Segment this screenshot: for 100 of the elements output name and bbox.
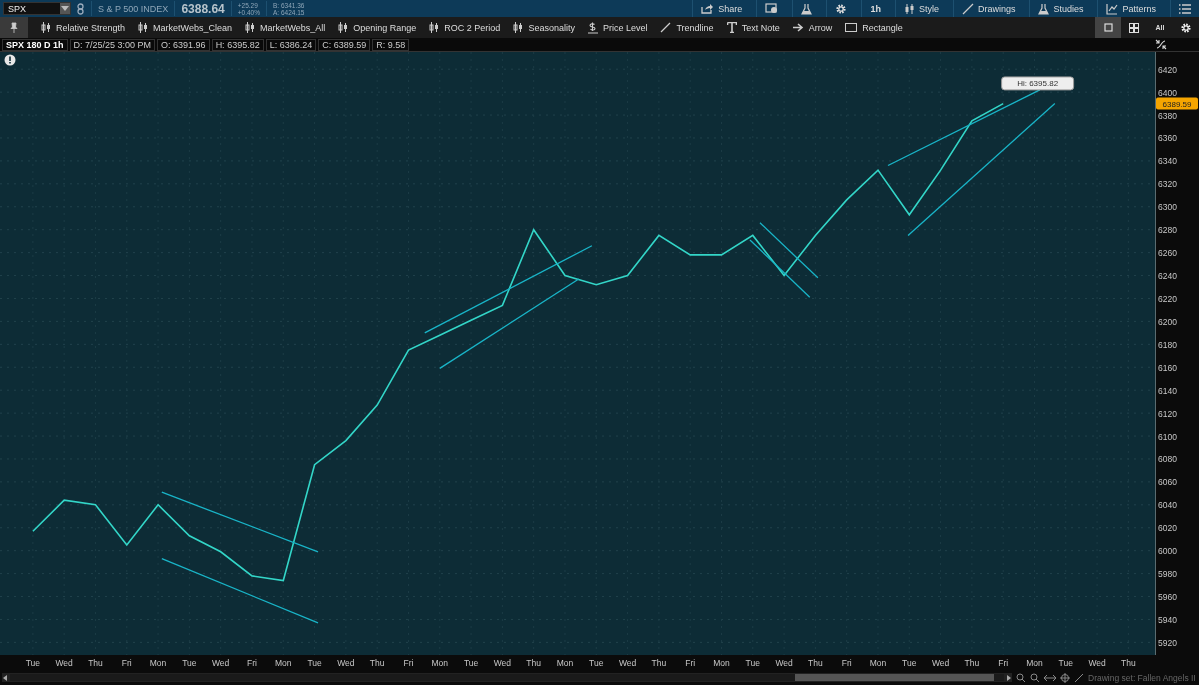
x-axis-label: Thu xyxy=(964,658,980,668)
channel-drawing[interactable] xyxy=(887,89,1056,237)
zoom-icon[interactable] xyxy=(1030,672,1040,683)
symbol-field[interactable]: SPX xyxy=(3,2,71,15)
ohlc-field: D: 7/25/25 3:00 PM xyxy=(69,38,156,51)
line-icon xyxy=(660,22,672,33)
x-axis-label: Mon xyxy=(713,658,730,668)
y-axis-label: 6220 xyxy=(1158,293,1177,304)
x-axis-label: Wed xyxy=(493,658,512,668)
chart-title: SPX 180 D 1h xyxy=(2,38,68,51)
pin-button[interactable] xyxy=(0,17,28,38)
y-axis-label: 6040 xyxy=(1158,500,1177,511)
x-axis-label: Wed xyxy=(775,658,793,668)
x-axis-label: Thu xyxy=(369,658,385,668)
tool-button[interactable]: MarketWebs_Clean xyxy=(138,22,232,33)
tool-button[interactable]: Arrow xyxy=(792,22,833,33)
y-axis-label: 6160 xyxy=(1158,362,1177,373)
tool-button[interactable]: Text Note xyxy=(726,22,780,33)
ohlc-field: R: 9.58 xyxy=(372,38,410,51)
y-axis-label: 6080 xyxy=(1158,454,1177,465)
x-axis-label: Mon xyxy=(556,658,574,668)
y-axis-label: 5960 xyxy=(1158,592,1177,603)
share-icon xyxy=(701,3,715,14)
x-axis-label: Tue xyxy=(307,658,322,668)
tool-button[interactable]: Opening Range xyxy=(338,22,417,33)
dropdown-icon[interactable] xyxy=(60,3,70,14)
channel-drawing[interactable] xyxy=(749,222,819,298)
resize-icon[interactable] xyxy=(1044,673,1056,682)
x-axis-label: Thu xyxy=(808,658,823,668)
y-axis-label: 6240 xyxy=(1158,271,1177,282)
x-axis-label: Tue xyxy=(25,658,41,668)
tool-button[interactable]: MarketWebs_All xyxy=(244,22,326,33)
line-icon[interactable] xyxy=(1074,672,1084,683)
x-axis-label: Tue xyxy=(902,658,917,668)
scroll-thumb[interactable] xyxy=(795,674,995,681)
x-axis-label: Mon xyxy=(869,658,887,668)
crosshair-icon[interactable] xyxy=(1060,672,1070,683)
y-axis-label: 6280 xyxy=(1158,225,1177,236)
flask-icon xyxy=(801,2,813,15)
tool-button[interactable]: Price Level xyxy=(587,21,648,34)
channel-drawing[interactable] xyxy=(161,491,319,624)
x-axis-label: Fri xyxy=(121,658,132,668)
x-axis-label: Tue xyxy=(463,658,479,668)
high-callout: Hi: 6395.82 xyxy=(1001,76,1075,91)
x-axis-label: Mon xyxy=(431,658,449,668)
line-icon xyxy=(961,2,974,15)
x-axis-label: Wed xyxy=(1088,658,1106,668)
ohlc-field: H: 6395.82 xyxy=(211,38,264,51)
y-axis-label: 6360 xyxy=(1158,133,1177,144)
x-axis-label: Fri xyxy=(685,658,696,668)
x-axis-label: Thu xyxy=(1121,658,1136,668)
last-price: 6388.64 xyxy=(181,1,225,16)
y-axis-label: 6120 xyxy=(1158,408,1177,419)
x-axis-label: Fri xyxy=(841,658,852,668)
y-axis-label: 6400 xyxy=(1158,87,1177,98)
channel-drawing[interactable] xyxy=(424,245,593,370)
y-axis-label: 6300 xyxy=(1158,202,1177,213)
annotation: Hi: 6395.82 xyxy=(1017,79,1059,89)
x-axis-label: Thu xyxy=(651,658,667,668)
settings-icon xyxy=(1180,21,1192,34)
x-axis-label: Wed xyxy=(337,658,355,668)
tool-button[interactable]: Seasonality xyxy=(513,22,575,33)
rectangle-icon xyxy=(845,23,858,32)
scroll-left-icon[interactable] xyxy=(2,674,8,681)
x-axis-label: Tue xyxy=(1058,658,1073,668)
collapse-icon[interactable] xyxy=(1155,39,1167,50)
zoom-icon[interactable] xyxy=(1016,672,1026,683)
y-axis-label: 6140 xyxy=(1158,385,1177,396)
y-axis-label: 5920 xyxy=(1158,637,1177,648)
candles-icon xyxy=(338,22,349,33)
grid-icon xyxy=(1129,22,1139,33)
y-axis-label: 6260 xyxy=(1158,248,1177,259)
candles-icon xyxy=(138,22,149,33)
y-axis-label: 6340 xyxy=(1158,156,1177,167)
candles-icon xyxy=(41,22,51,33)
drawing-set-label: Drawing set: Fallen Angels II xyxy=(1088,672,1196,683)
alert-icon[interactable] xyxy=(4,54,16,66)
candles-icon xyxy=(903,2,915,15)
tool-button[interactable]: Trendline xyxy=(660,22,714,33)
x-axis-label: Fri xyxy=(998,658,1009,668)
x-axis-label: Tue xyxy=(182,658,197,668)
candles-icon xyxy=(513,22,524,33)
price-level-icon xyxy=(587,21,598,34)
tool-button[interactable]: ROC 2 Period xyxy=(429,22,501,33)
x-axis-label: Wed xyxy=(931,658,950,668)
ohlc-field: L: 6386.24 xyxy=(265,38,317,51)
x-axis-label: Fri xyxy=(247,658,257,668)
scrollbar[interactable] xyxy=(2,673,1012,682)
tool-button[interactable]: Relative Strength xyxy=(41,22,126,33)
ohlc-field: C: 6389.59 xyxy=(318,38,371,51)
tool-button[interactable]: Rectangle xyxy=(845,22,903,33)
y-axis-label: 6020 xyxy=(1158,523,1177,534)
scroll-right-icon[interactable] xyxy=(1006,674,1012,681)
x-axis-label: Wed xyxy=(618,658,637,668)
arrow-icon xyxy=(792,23,804,32)
y-axis-label: 6200 xyxy=(1158,316,1177,327)
y-axis-label: 5940 xyxy=(1158,614,1177,625)
x-axis-label: Thu xyxy=(88,658,103,668)
link-icon[interactable] xyxy=(77,2,85,15)
y-axis-label: 6420 xyxy=(1158,64,1177,75)
